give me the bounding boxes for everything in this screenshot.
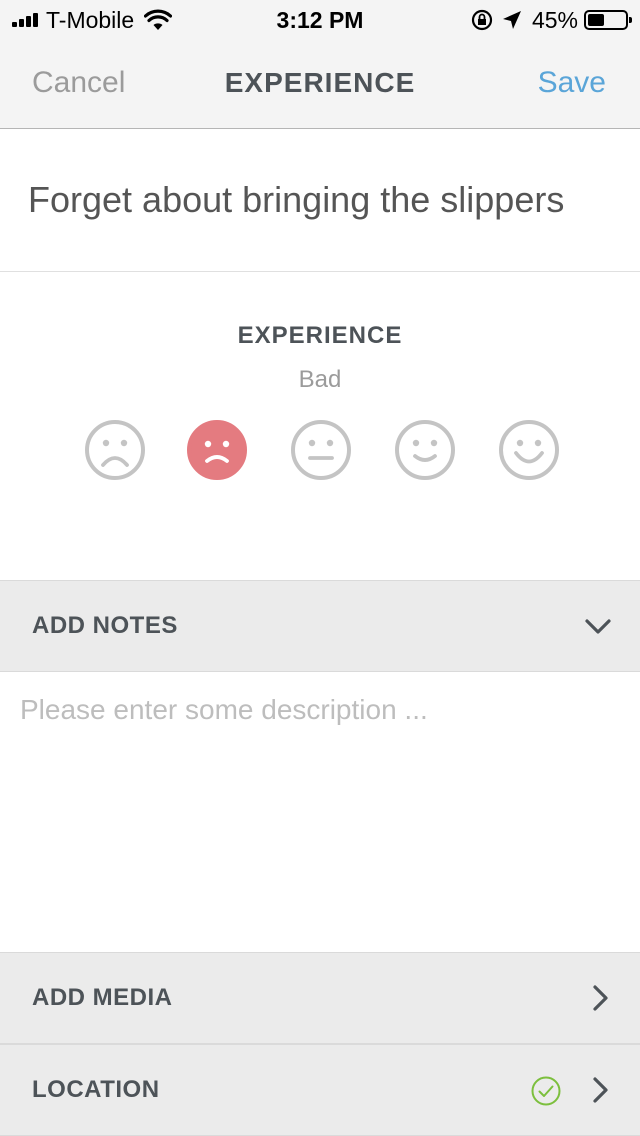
sad-face-icon[interactable]: [185, 418, 249, 482]
nav-bar: Cancel EXPERIENCE Save: [0, 40, 640, 129]
entry-title[interactable]: Forget about bringing the slippers: [28, 179, 564, 221]
location-row[interactable]: LOCATION: [0, 1044, 640, 1136]
status-bar: T-Mobile 3:12 PM 45%: [0, 0, 640, 40]
add-media-row[interactable]: ADD MEDIA: [0, 952, 640, 1044]
smile-face-icon[interactable]: [393, 418, 457, 482]
location-arrow-icon: [502, 11, 521, 29]
orientation-lock-icon: [471, 9, 493, 31]
notes-area: [0, 672, 640, 952]
chevron-down-icon: [585, 619, 611, 634]
add-notes-header[interactable]: ADD NOTES: [0, 580, 640, 672]
save-button[interactable]: Save: [538, 66, 606, 100]
experience-heading: EXPERIENCE: [237, 322, 403, 349]
battery-icon: [584, 10, 632, 30]
title-field[interactable]: Forget about bringing the slippers: [0, 129, 640, 272]
experience-rating: [0, 418, 640, 482]
experience-section: EXPERIENCE Bad: [0, 272, 640, 580]
chevron-right-icon: [593, 985, 608, 1011]
experience-value: Bad: [298, 366, 342, 393]
add-media-label: ADD MEDIA: [32, 984, 173, 1011]
neutral-face-icon[interactable]: [289, 418, 353, 482]
status-right: 45%: [470, 6, 632, 34]
add-notes-label: ADD NOTES: [32, 612, 178, 639]
chevron-right-icon: [593, 1077, 608, 1103]
very-sad-face-icon[interactable]: [83, 418, 147, 482]
battery-percent: 45%: [531, 6, 578, 33]
check-circle-icon: [531, 1076, 561, 1106]
description-input[interactable]: [0, 672, 640, 952]
battery-fill: [588, 14, 605, 26]
big-smile-face-icon[interactable]: [497, 418, 561, 482]
location-label: LOCATION: [32, 1076, 160, 1103]
